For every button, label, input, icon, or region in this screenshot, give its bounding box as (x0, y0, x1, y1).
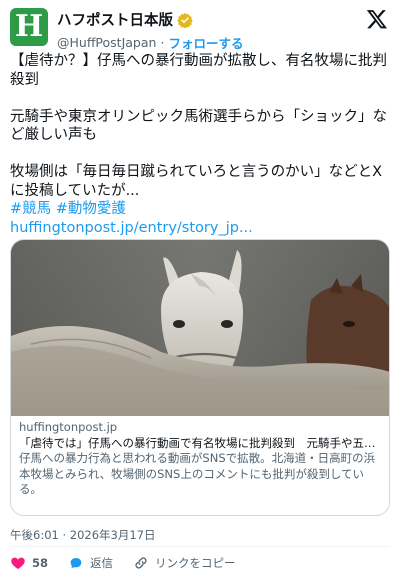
card-title[interactable]: 「虐待では」仔馬への暴行動画で有名牧場に批判殺到 元騎手や五輪... (19, 436, 383, 452)
divider (10, 546, 390, 547)
separator: · (160, 35, 165, 50)
tweet-body: 【虐待か？】仔馬への暴行動画が拡散し、有名牧場に批判殺到 元騎手や東京オリンピッ… (10, 52, 390, 237)
reply-label: 返信 (90, 556, 114, 570)
like-count: 58 (32, 556, 49, 570)
hashtag-keiba[interactable]: #競馬 (10, 201, 51, 217)
tweet-timestamp[interactable]: 午後6:01 · 2026年3月17日 (10, 527, 156, 543)
horses-photo[interactable] (11, 240, 390, 416)
x-logo-icon[interactable] (366, 8, 388, 30)
handle[interactable]: @HuffPostJapan (57, 35, 156, 50)
verified-badge-icon (177, 12, 193, 28)
card-description: 仔馬への暴力行為と思われる動画がSNSで拡散。北海道・日高町の浜本牧場とみられ、… (19, 451, 376, 496)
tweet-paragraph-2: 元騎手や東京オリンピック馬術選手らから「ショック」など厳しい声も (10, 108, 387, 144)
link-icon (135, 557, 147, 569)
card-meta: huffingtonpost.jp 「虐待では」仔馬への暴行動画で有名牧場に批判… (19, 420, 383, 498)
tweet-paragraph-3: 牧場側は「毎日毎日蹴られていろと言うのかい」などとXに投稿していたが... (10, 164, 382, 199)
hashtag-animal-welfare[interactable]: #動物愛護 (56, 201, 126, 217)
card-domain: huffingtonpost.jp (19, 420, 118, 434)
reply-button[interactable]: 返信 (68, 555, 113, 571)
link-preview-card[interactable]: huffingtonpost.jp 「虐待では」仔馬への暴行動画で有名牧場に批判… (10, 239, 390, 516)
avatar[interactable]: H (10, 8, 48, 46)
follow-button[interactable]: フォローする (168, 33, 243, 52)
like-button[interactable]: 58 (10, 555, 48, 571)
reply-icon (70, 558, 82, 569)
display-name[interactable]: ハフポスト日本版 (57, 9, 173, 30)
tweet-header: H ハフポスト日本版 @HuffPostJapan · フォローする (10, 8, 390, 51)
action-bar: 58 返信 リンクをコピー (10, 555, 256, 571)
avatar-letter: H (14, 9, 44, 44)
copy-link-button[interactable]: リンクをコピー (133, 555, 236, 571)
heart-icon (11, 557, 25, 569)
copy-link-label: リンクをコピー (155, 556, 236, 570)
tweet-paragraph-1: 【虐待か？】仔馬への暴行動画が拡散し、有名牧場に批判殺到 (10, 53, 387, 88)
account-info: ハフポスト日本版 @HuffPostJapan · フォローする (57, 9, 243, 52)
article-link[interactable]: huffingtonpost.jp/entry/story_jp... (10, 219, 390, 238)
